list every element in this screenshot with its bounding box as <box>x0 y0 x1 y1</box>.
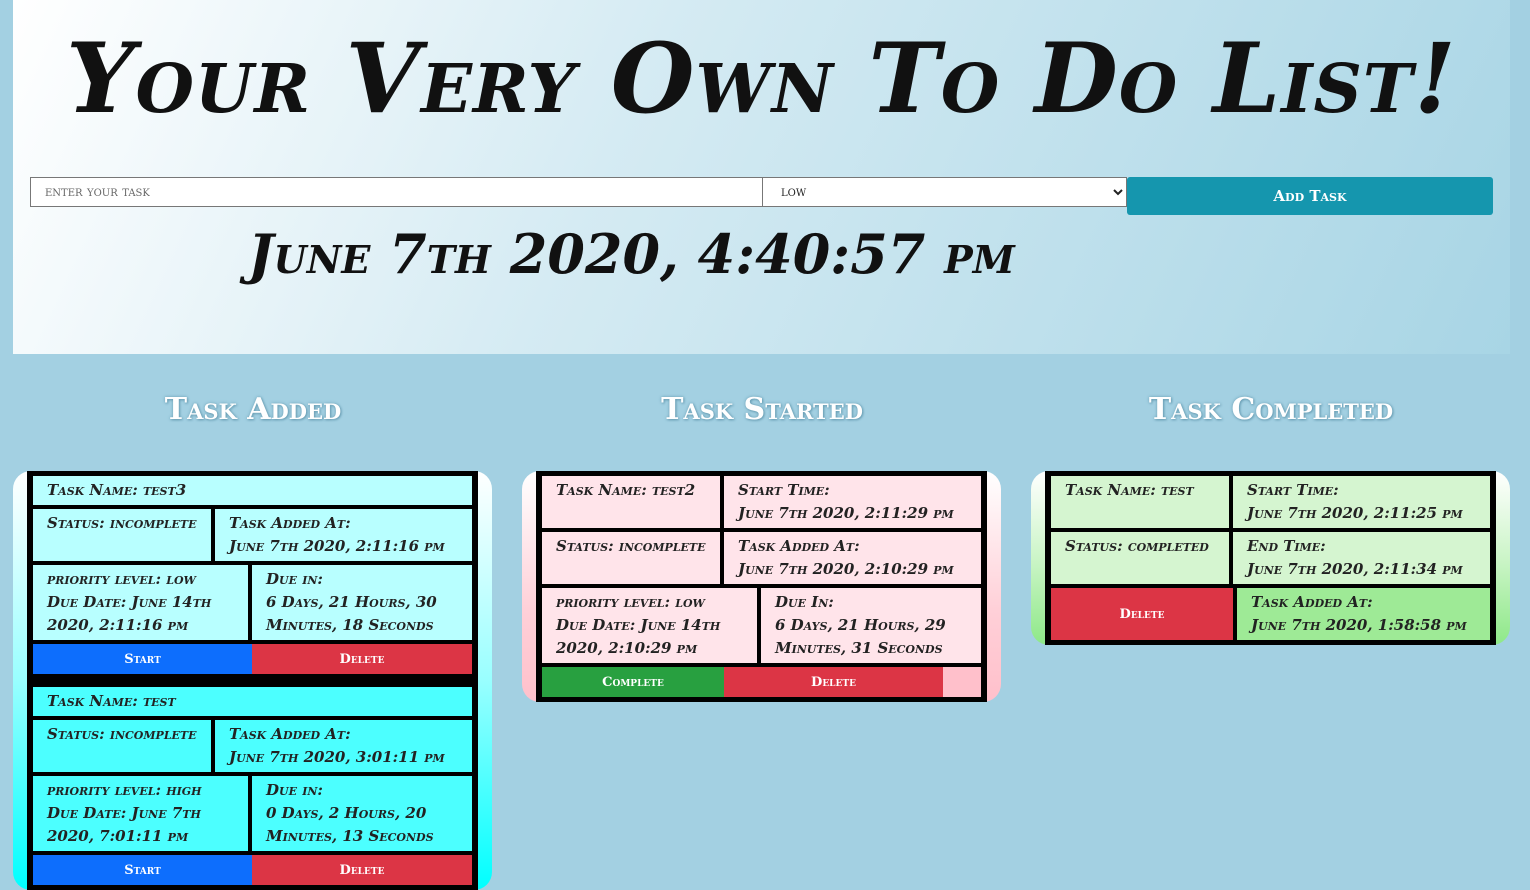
delete-button[interactable]: Delete <box>252 644 472 674</box>
task-status: Status: incomplete <box>33 509 211 561</box>
start-button[interactable]: Start <box>33 855 252 885</box>
delete-button[interactable]: Delete <box>724 667 943 697</box>
task-due-in: Due in: 6 Days, 21 Hours, 30 Minutes, 18… <box>252 565 472 640</box>
delete-button[interactable]: Delete <box>1051 588 1233 640</box>
task-added-at: Task Added At: June 7th 2020, 2:10:29 pm <box>724 532 981 584</box>
task-added-value: June 7th 2020, 1:58:58 pm <box>1251 616 1467 634</box>
current-datetime: June 7th 2020, 4:40:57 pm <box>248 222 1015 286</box>
task-card: Task Name: test3 Status: incomplete Task… <box>27 471 478 679</box>
task-end-time: End Time: June 7th 2020, 2:11:34 pm <box>1233 532 1490 584</box>
task-due-in: Due In: 6 Days, 21 Hours, 29 Minutes, 31… <box>761 588 981 663</box>
task-priority: priority level: high Due Date: June 7th … <box>33 776 248 851</box>
due-in-label: Due in: <box>266 781 323 799</box>
due-date: Due Date: June 14th 2020, 2:11:16 pm <box>47 593 212 634</box>
task-added-at: Task Added At: June 7th 2020, 2:11:16 pm <box>215 509 472 561</box>
task-added-value: June 7th 2020, 2:10:29 pm <box>738 560 954 578</box>
due-in-value: 6 Days, 21 Hours, 30 Minutes, 18 Seconds <box>266 593 437 634</box>
task-start-time: Start Time: June 7th 2020, 2:11:29 pm <box>724 476 981 528</box>
delete-button[interactable]: Delete <box>252 855 472 885</box>
page-title: Your Very Own To Do List! <box>66 22 1457 135</box>
due-in-label: Due in: <box>266 570 323 588</box>
task-started-column: Task Name: test2 Start Time: June 7th 20… <box>522 471 1001 702</box>
due-in-label: Due In: <box>775 593 834 611</box>
end-time-label: End Time: <box>1247 537 1326 555</box>
task-name: Task Name: test <box>33 687 472 716</box>
priority-select[interactable]: low <box>762 177 1127 207</box>
priority-level: priority level: high <box>47 781 202 799</box>
task-completed-heading: Task Completed <box>1148 392 1394 427</box>
task-started-heading: Task Started <box>661 392 863 427</box>
task-status: Status: incomplete <box>542 532 720 584</box>
task-input[interactable] <box>30 177 763 207</box>
complete-button[interactable]: Complete <box>542 667 724 697</box>
task-priority: priority level: low Due Date: June 14th … <box>542 588 757 663</box>
due-in-value: 6 Days, 21 Hours, 29 Minutes, 31 Seconds <box>775 616 946 657</box>
priority-level: priority level: low <box>47 570 196 588</box>
add-task-button[interactable]: Add Task <box>1127 177 1493 215</box>
priority-level: priority level: low <box>556 593 705 611</box>
start-button[interactable]: Start <box>33 644 252 674</box>
task-added-value: June 7th 2020, 2:11:16 pm <box>229 537 445 555</box>
task-added-label: Task Added At: <box>229 514 351 532</box>
task-priority: priority level: low Due Date: June 14th … <box>33 565 248 640</box>
start-time-label: Start Time: <box>738 481 830 499</box>
task-name: Task Name: test2 <box>542 476 720 528</box>
task-start-time: Start Time: June 7th 2020, 2:11:25 pm <box>1233 476 1490 528</box>
task-status: Status: completed <box>1051 532 1229 584</box>
start-time-value: June 7th 2020, 2:11:25 pm <box>1247 504 1463 522</box>
task-added-column: Task Name: test3 Status: incomplete Task… <box>13 471 492 890</box>
task-added-label: Task Added At: <box>229 725 351 743</box>
task-due-in: Due in: 0 Days, 2 Hours, 20 Minutes, 13 … <box>252 776 472 851</box>
task-added-heading: Task Added <box>164 392 342 427</box>
task-added-at: Task Added At: June 7th 2020, 3:01:11 pm <box>215 720 472 772</box>
due-date: Due Date: June 7th 2020, 7:01:11 pm <box>47 804 201 845</box>
task-name: Task Name: test3 <box>33 476 472 505</box>
task-card: Task Name: test Status: incomplete Task … <box>27 679 478 890</box>
task-completed-column: Task Name: test Start Time: June 7th 202… <box>1031 471 1510 645</box>
task-status: Status: incomplete <box>33 720 211 772</box>
task-added-label: Task Added At: <box>1251 593 1373 611</box>
task-name: Task Name: test <box>1051 476 1229 528</box>
task-added-label: Task Added At: <box>738 537 860 555</box>
header-panel: Your Very Own To Do List! low Add Task J… <box>13 0 1510 354</box>
due-in-value: 0 Days, 2 Hours, 20 Minutes, 13 Seconds <box>266 804 434 845</box>
start-time-label: Start Time: <box>1247 481 1339 499</box>
due-date: Due Date: June 14th 2020, 2:10:29 pm <box>556 616 721 657</box>
task-card: Task Name: test2 Start Time: June 7th 20… <box>536 471 987 702</box>
task-added-value: June 7th 2020, 3:01:11 pm <box>229 748 445 766</box>
end-time-value: June 7th 2020, 2:11:34 pm <box>1247 560 1463 578</box>
task-added-at: Task Added At: June 7th 2020, 1:58:58 pm <box>1237 588 1490 640</box>
task-card: Task Name: test Start Time: June 7th 202… <box>1045 471 1496 645</box>
start-time-value: June 7th 2020, 2:11:29 pm <box>738 504 954 522</box>
